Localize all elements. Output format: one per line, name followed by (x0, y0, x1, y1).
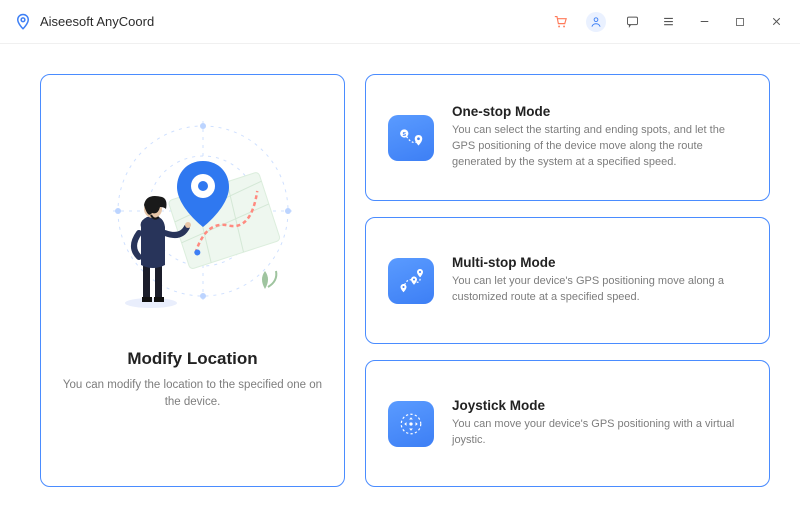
joystick-mode-title: Joystick Mode (452, 398, 747, 413)
one-stop-mode-icon: S (388, 115, 434, 161)
one-stop-mode-desc: You can select the starting and ending s… (452, 123, 747, 171)
feedback-icon[interactable] (622, 12, 642, 32)
app-logo-icon (14, 13, 32, 31)
main-content: Modify Location You can modify the locat… (0, 44, 800, 517)
joystick-mode-card[interactable]: Joystick Mode You can move your device's… (365, 360, 770, 487)
svg-text:S: S (402, 131, 406, 137)
multi-stop-mode-card[interactable]: Multi-stop Mode You can let your device'… (365, 217, 770, 344)
joystick-mode-desc: You can move your device's GPS positioni… (452, 417, 747, 449)
modify-location-title: Modify Location (127, 349, 257, 369)
titlebar: Aiseesoft AnyCoord (0, 0, 800, 44)
cart-icon[interactable] (550, 12, 570, 32)
titlebar-actions (550, 12, 786, 32)
modify-location-desc: You can modify the location to the speci… (63, 377, 323, 410)
menu-icon[interactable] (658, 12, 678, 32)
multi-stop-mode-title: Multi-stop Mode (452, 255, 747, 270)
maximize-button[interactable] (730, 12, 750, 32)
multi-stop-mode-icon (388, 258, 434, 304)
minimize-button[interactable] (694, 12, 714, 32)
multi-stop-mode-desc: You can let your device's GPS positionin… (452, 274, 747, 306)
one-stop-mode-card[interactable]: S One-stop Mode You can select the start… (365, 74, 770, 201)
close-button[interactable] (766, 12, 786, 32)
modify-location-card[interactable]: Modify Location You can modify the locat… (40, 74, 345, 487)
one-stop-mode-title: One-stop Mode (452, 104, 747, 119)
modify-location-illustration (73, 101, 313, 331)
app-window: Aiseesoft AnyCoord (0, 0, 800, 517)
app-title: Aiseesoft AnyCoord (40, 14, 154, 29)
joystick-mode-icon (388, 401, 434, 447)
account-icon[interactable] (586, 12, 606, 32)
mode-cards: S One-stop Mode You can select the start… (365, 74, 770, 487)
